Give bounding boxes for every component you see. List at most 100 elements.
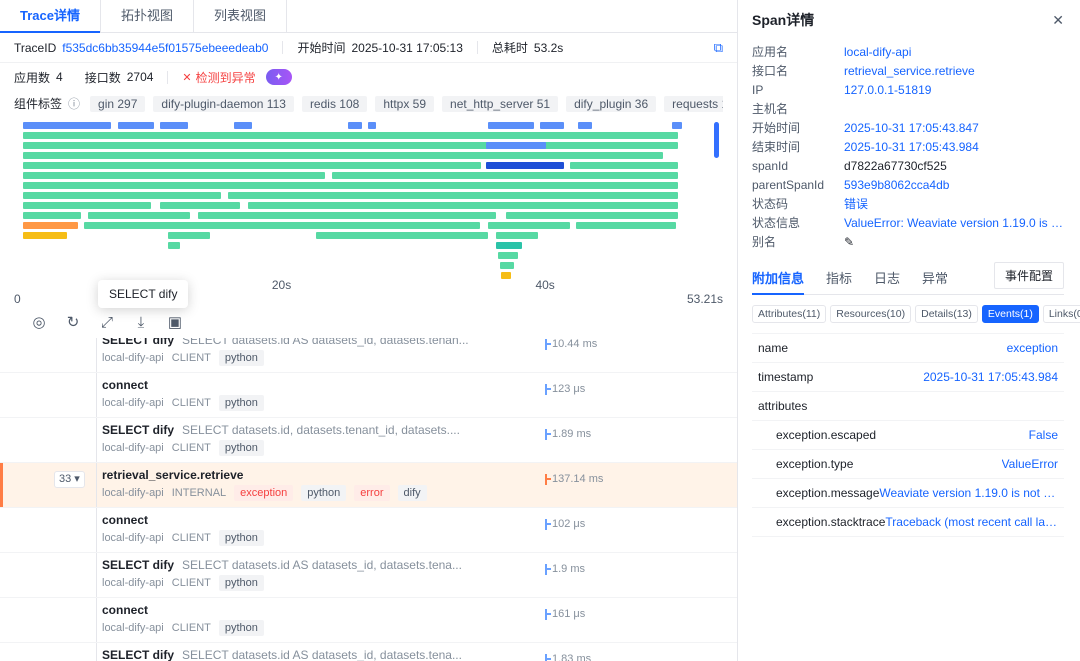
info-icon[interactable]: ⓘ [68,95,80,112]
kv-value[interactable]: 2025-10-31 17:05:43.984 [923,370,1058,384]
flame-span-bar[interactable] [23,132,678,139]
flame-span-bar[interactable] [316,232,488,239]
kv-value[interactable]: Traceback (most recent call last): ... [885,515,1058,529]
flame-span-bar[interactable] [578,122,592,129]
flame-span-bar[interactable] [23,232,67,239]
flame-span-bar[interactable] [570,162,678,169]
top-tab[interactable]: 拓扑视图 [101,0,194,32]
field-value[interactable]: 127.0.0.1-51819 [844,83,1064,97]
flame-span-bar[interactable] [160,202,240,209]
kv-value[interactable]: ValueError [1002,457,1058,471]
span-tree-row[interactable]: 33 ▾retrieval_service.retrievelocal-dify… [0,463,737,508]
flame-span-bar[interactable] [118,122,154,129]
edit-alias-icon[interactable]: ✎ [844,235,1064,249]
detail-pill-tab[interactable]: Links(0) [1043,305,1080,323]
expand-icon[interactable]: ⤢ [98,314,116,331]
field-value[interactable]: 593e9b8062cca4db [844,178,1064,192]
top-tab[interactable]: Trace详情 [0,0,101,32]
component-tag-chip[interactable]: requests 18 [664,96,723,112]
flame-span-bar[interactable] [501,272,511,279]
kv-value[interactable]: Weaviate version 1.19.0 is not sup... [879,486,1058,500]
flame-span-bar[interactable] [160,122,188,129]
kv-value[interactable]: exception [1007,341,1058,355]
flame-span-bar[interactable] [23,212,81,219]
flame-span-bar[interactable] [23,202,151,209]
flame-span-bar[interactable] [23,162,481,169]
open-in-new-icon[interactable]: ⧉ [714,40,723,56]
field-value[interactable]: retrieval_service.retrieve [844,64,1064,78]
refresh-icon[interactable]: ↻ [64,313,82,331]
span-tree-row[interactable]: connectlocal-dify-apiCLIENTpython102 μs [0,508,737,553]
top-tab[interactable]: 列表视图 [194,0,287,32]
flame-span-bar[interactable] [496,232,538,239]
download-icon[interactable]: ⤓ [132,314,150,331]
span-tag-chip: python [219,530,264,546]
kv-value[interactable]: False [1029,428,1058,442]
flame-span-bar[interactable] [168,242,180,249]
flame-span-bar[interactable] [540,122,564,129]
component-tag-chip[interactable]: redis 108 [302,96,367,112]
collapse-badge[interactable]: 33 ▾ [54,471,85,488]
span-tree-row[interactable]: connectlocal-dify-apiCLIENTpython123 μs [0,373,737,418]
detail-tab[interactable]: 日志 [874,261,900,294]
span-tree-row[interactable]: SELECT difySELECT datasets.id AS dataset… [0,338,737,373]
locate-icon[interactable]: ◎ [30,313,48,331]
component-tag-chip[interactable]: gin 297 [90,96,145,112]
span-tree-row[interactable]: SELECT difySELECT datasets.id AS dataset… [0,643,737,661]
flame-span-bar[interactable] [168,232,210,239]
flame-span-bar[interactable] [23,192,221,199]
field-value[interactable]: local-dify-api [844,45,1064,59]
flame-span-bar[interactable] [23,172,325,179]
detail-pill-tab[interactable]: Events(1) [982,305,1039,323]
field-value[interactable]: 2025-10-31 17:05:43.984 [844,140,1064,154]
detail-tab[interactable]: 附加信息 [752,261,804,294]
flame-span-bar[interactable] [486,162,564,169]
close-icon[interactable]: ✕ [1052,12,1064,29]
detail-tab[interactable]: 异常 [922,261,948,294]
snapshot-icon[interactable]: ▣ [166,313,184,331]
field-value[interactable]: ValueError: Weaviate version 1.19.0 is n… [844,216,1064,230]
detail-tab[interactable]: 指标 [826,261,852,294]
flame-span-bar[interactable] [576,222,676,229]
event-config-button[interactable]: 事件配置 [994,262,1064,289]
anomaly-indicator[interactable]: ✕ 检测到异常 [182,69,255,86]
detail-pill-tab[interactable]: Resources(10) [830,305,911,323]
flame-span-bar[interactable] [496,242,522,249]
flame-span-bar[interactable] [248,202,678,209]
flame-span-bar[interactable] [198,212,496,219]
flame-chart[interactable]: 20s40s [18,120,719,292]
component-tag-chip[interactable]: dify_plugin 36 [566,96,656,112]
flame-span-bar[interactable] [500,262,514,269]
field-value[interactable]: 2025-10-31 17:05:43.847 [844,121,1064,135]
component-tag-chip[interactable]: net_http_server 51 [442,96,558,112]
flame-span-bar[interactable] [368,122,376,129]
flame-span-bar[interactable] [348,122,362,129]
component-tag-chip[interactable]: httpx 59 [375,96,434,112]
flame-span-bar[interactable] [23,122,111,129]
flame-span-bar[interactable] [498,252,518,259]
flame-span-bar[interactable] [23,182,678,189]
flame-span-bar[interactable] [23,222,78,229]
flame-span-bar[interactable] [506,212,678,219]
detail-pill-tab[interactable]: Details(13) [915,305,978,323]
flame-span-bar[interactable] [23,152,663,159]
flame-span-bar[interactable] [488,222,570,229]
detail-pill-tab[interactable]: Attributes(11) [752,305,826,323]
component-tag-chip[interactable]: dify-plugin-daemon 113 [153,96,294,112]
flame-span-bar[interactable] [488,122,534,129]
flame-span-bar[interactable] [234,122,252,129]
flame-scrollbar[interactable] [714,122,719,158]
span-tree-row[interactable]: connectlocal-dify-apiCLIENTpython161 μs [0,598,737,643]
flame-span-bar[interactable] [672,122,682,129]
flame-span-bar[interactable] [84,222,480,229]
flame-span-bar[interactable] [228,192,678,199]
ai-assistant-badge[interactable]: ✦ [266,69,292,85]
span-tree-row[interactable]: SELECT difySELECT datasets.id AS dataset… [0,553,737,598]
flame-span-bar[interactable] [332,172,678,179]
span-tree-row[interactable]: SELECT difySELECT datasets.id, datasets.… [0,418,737,463]
flame-span-bar[interactable] [23,142,678,149]
flame-span-bar[interactable] [486,142,546,149]
field-value[interactable]: 错误 [844,195,1064,212]
trace-id-value[interactable]: f535dc6bb35944e5f01575ebeeedeab0 [62,41,268,55]
flame-span-bar[interactable] [88,212,190,219]
